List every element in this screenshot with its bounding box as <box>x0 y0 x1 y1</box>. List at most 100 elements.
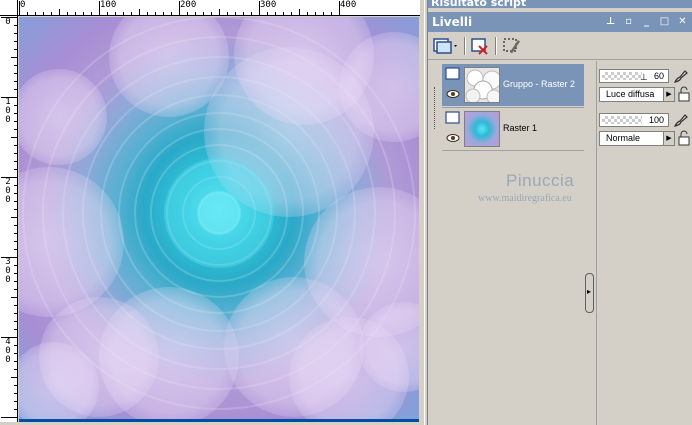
layer-row-raster-1[interactable]: Raster 1 <box>442 108 584 150</box>
ruler-tick <box>14 265 17 266</box>
ruler-tick <box>14 361 17 362</box>
ruler-tick <box>14 393 17 394</box>
ruler-tick <box>11 377 17 378</box>
layer-row-gruppo-raster-2[interactable]: Gruppo - Raster 2 <box>442 64 584 106</box>
ruler-tick <box>14 305 17 306</box>
maximize-icon[interactable]: □ <box>659 16 670 27</box>
ruler-tick <box>14 345 17 346</box>
ruler-tick <box>307 12 308 15</box>
ruler-tick <box>251 12 252 15</box>
edit-selection-icon <box>503 38 520 54</box>
ruler-tick <box>163 12 164 15</box>
chevron-right-icon: ▶ <box>663 88 674 101</box>
layer-name: Gruppo - Raster 2 <box>503 79 576 89</box>
ruler-tick <box>291 12 292 15</box>
opacity-slider[interactable]: 100 <box>599 113 669 127</box>
ruler-tick <box>14 41 17 42</box>
ruler-h-label: 100 <box>100 0 117 10</box>
ruler-tick <box>1 337 17 338</box>
minimize-icon[interactable]: _ <box>641 16 652 27</box>
layer-properties: ⊥ 60 Luce diffusa ▶ 100 Normale ▶ <box>596 61 692 425</box>
ruler-tick <box>99 1 100 15</box>
script-panel-title: Risultato script <box>431 0 527 8</box>
ruler-tick <box>195 12 196 15</box>
ruler-tick <box>339 1 340 15</box>
ruler-tick <box>1 97 17 98</box>
layer-type-icon <box>445 67 460 80</box>
layer-visibility[interactable] <box>444 110 462 146</box>
ruler-tick <box>14 233 17 234</box>
new-layer-button[interactable] <box>432 36 460 56</box>
restore-icon[interactable]: ▫ <box>623 16 634 27</box>
brush-icon[interactable] <box>673 112 689 128</box>
ruler-tick <box>14 321 17 322</box>
close-icon[interactable]: ✕ <box>677 16 688 27</box>
ruler-tick <box>14 73 17 74</box>
ruler-tick <box>11 297 17 298</box>
lock-icon[interactable] <box>677 86 691 102</box>
layer-visibility[interactable] <box>444 66 462 102</box>
canvas-bottom-bar <box>19 419 419 422</box>
ruler-tick <box>14 25 17 26</box>
ruler-v-label: 1 0 0 <box>5 97 11 125</box>
layers-panel-titlebar[interactable]: Livelli ⊥ ▫ _ □ ✕ <box>428 12 692 32</box>
ruler-tick <box>131 12 132 15</box>
ruler-tick <box>67 12 68 15</box>
canvas-artwork <box>19 17 419 419</box>
ruler-tick <box>227 12 228 15</box>
ruler-tick <box>187 12 188 15</box>
ruler-tick <box>14 153 17 154</box>
ruler-tick <box>115 12 116 15</box>
delete-layer-button[interactable] <box>470 36 490 56</box>
image-canvas[interactable] <box>19 17 419 419</box>
toolbar-separator <box>495 37 497 55</box>
script-panel-titlebar[interactable]: Risultato script ⊥ ▫ ✕ <box>428 0 692 8</box>
watermark-url: www.maidiregrafica.eu <box>478 193 572 204</box>
ruler-h-label: 300 <box>260 0 277 10</box>
ruler-tick <box>59 9 60 15</box>
ruler-tick <box>14 289 17 290</box>
ruler-tick <box>35 12 36 15</box>
ruler-tick <box>315 12 316 15</box>
ruler-tick <box>299 9 300 15</box>
ruler-corner <box>0 0 18 16</box>
ruler-tick <box>1 257 17 258</box>
ruler-tick <box>14 105 17 106</box>
ruler-tick <box>91 12 92 15</box>
edit-selection-button[interactable] <box>502 36 522 56</box>
pin-icon[interactable]: ⊥ <box>605 16 616 27</box>
toolbar-separator <box>464 37 466 55</box>
ruler-tick <box>14 273 17 274</box>
ruler-h-label: 400 <box>340 0 357 10</box>
psp-workspace: 0 100 200 300 400 0 1 0 0 2 0 0 3 0 0 4 … <box>0 0 692 425</box>
ruler-h-label: 0 <box>20 0 26 10</box>
collapse-handle[interactable]: ▸ <box>585 273 594 313</box>
ruler-tick <box>14 185 17 186</box>
opacity-slider[interactable]: ⊥ 60 <box>599 69 669 83</box>
opacity-value: 100 <box>648 115 664 125</box>
ruler-tick <box>14 385 17 386</box>
blend-mode-select[interactable]: Luce diffusa ▶ <box>599 87 675 102</box>
ruler-v-label: 3 0 0 <box>5 257 11 285</box>
ruler-tick <box>14 193 17 194</box>
brush-icon[interactable] <box>673 68 689 84</box>
ruler-tick <box>14 169 17 170</box>
ruler-tick <box>14 353 17 354</box>
ruler-tick <box>14 401 17 402</box>
ruler-tick <box>155 12 156 15</box>
ruler-tick <box>139 9 140 15</box>
ruler-tick <box>219 9 220 15</box>
ruler-tick <box>1 17 17 18</box>
blend-mode-select[interactable]: Normale ▶ <box>599 131 675 146</box>
ruler-tick <box>83 12 84 15</box>
ruler-tick <box>14 369 17 370</box>
ruler-tick <box>14 201 17 202</box>
ruler-tick <box>14 249 17 250</box>
ruler-tick <box>235 12 236 15</box>
layers-toolbar <box>428 32 692 60</box>
ruler-tick <box>14 225 17 226</box>
ruler-tick <box>11 137 17 138</box>
ruler-v-label: 0 <box>5 17 11 27</box>
watermark-name: Pinuccia <box>506 171 575 190</box>
lock-icon[interactable] <box>677 130 691 146</box>
